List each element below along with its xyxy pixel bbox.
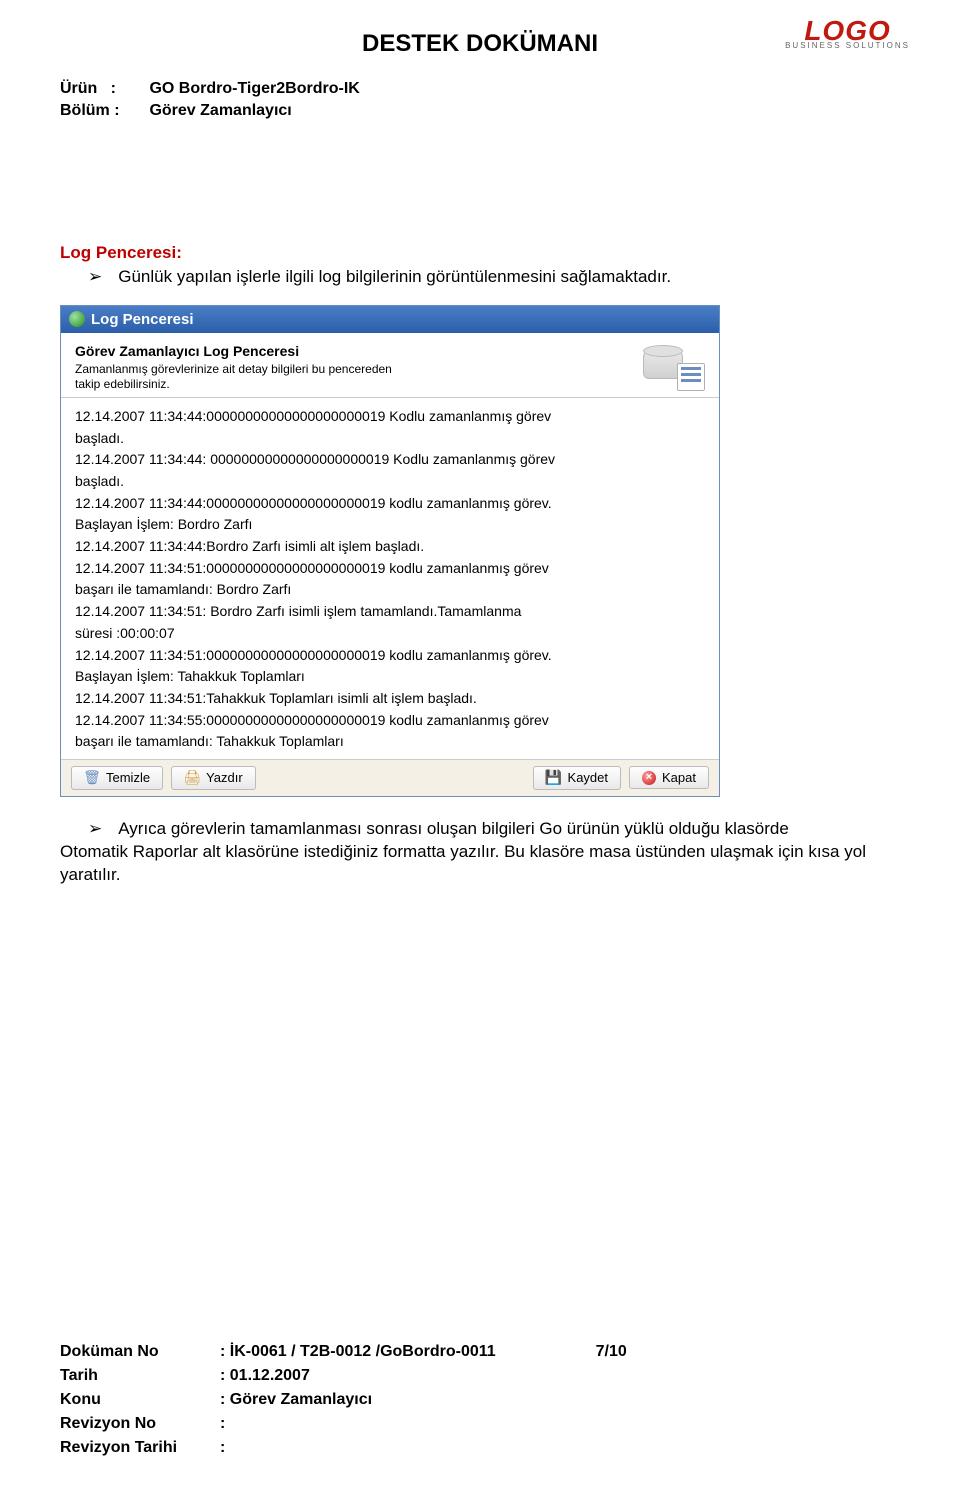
log-line: süresi :00:00:07 (75, 623, 705, 645)
footer-revno-label: Revizyon No (60, 1412, 220, 1436)
footer-revdate-label: Revizyon Tarihi (60, 1436, 220, 1460)
window-icon (69, 311, 85, 327)
printer-icon: 🖨 (184, 770, 200, 786)
log-line: 12.14.2007 11:34:51:00000000000000000000… (75, 558, 705, 580)
save-button-label: Kaydet (568, 770, 608, 785)
meta-product-value: GO Bordro-Tiger2Bordro-IK (149, 80, 359, 97)
brand-logo: LOGO BUSINESS SOLUTIONS (785, 18, 910, 50)
section-header: Log Penceresi: (60, 243, 900, 263)
footer-date-label: Tarih (60, 1364, 220, 1388)
logo-text: LOGO (785, 18, 910, 43)
log-body: 12.14.2007 11:34:44:00000000000000000000… (61, 398, 719, 759)
footer-subject-value: : Görev Zamanlayıcı (220, 1388, 372, 1412)
close-button-label: Kapat (662, 770, 696, 785)
clear-button-label: Temizle (106, 770, 150, 785)
bullet-2-text-b: Otomatik Raporlar alt klasörüne istediği… (60, 841, 900, 887)
bullet-arrow-icon: ➢ (88, 267, 102, 287)
footer-docno-value: : İK-0061 / T2B-0012 /GoBordro-0011 (220, 1340, 496, 1364)
meta-section-row: Bölüm : Görev Zamanlayıcı (60, 100, 900, 122)
window-desc-2: takip edebilirsiniz. (75, 377, 170, 391)
footer-subject-label: Konu (60, 1388, 220, 1412)
log-line: başladı. (75, 471, 705, 493)
log-line: 12.14.2007 11:34:55:00000000000000000000… (75, 710, 705, 732)
log-line: 12.14.2007 11:34:51:Tahakkuk Toplamları … (75, 688, 705, 710)
document-title: DESTEK DOKÜMANI (60, 30, 900, 58)
save-icon: 💾 (546, 770, 562, 786)
bullet-arrow-icon: ➢ (88, 819, 102, 839)
database-icon (641, 343, 705, 391)
log-line: 12.14.2007 11:34:51:00000000000000000000… (75, 645, 705, 667)
close-button[interactable]: × Kapat (629, 766, 709, 789)
meta-product-row: Ürün : GO Bordro-Tiger2Bordro-IK (60, 78, 900, 100)
document-footer: Doküman No : İK-0061 / T2B-0012 /GoBordr… (60, 1340, 627, 1460)
window-title: Log Penceresi (91, 311, 194, 328)
close-icon: × (642, 771, 656, 785)
trash-icon: 🗑 (84, 770, 100, 786)
footer-docno-label: Doküman No (60, 1340, 220, 1364)
window-titlebar: Log Penceresi (61, 306, 719, 333)
meta-section-label: Bölüm (60, 102, 110, 119)
print-button[interactable]: 🖨 Yazdır (171, 766, 256, 790)
footer-date-value: : 01.12.2007 (220, 1364, 310, 1388)
log-line: Başlayan İşlem: Bordro Zarfı (75, 514, 705, 536)
bullet-1-text: Günlük yapılan işlerle ilgili log bilgil… (118, 267, 671, 287)
window-footer: 🗑 Temizle 🖨 Yazdır 💾 Kaydet × Kapat (61, 759, 719, 796)
log-line: 12.14.2007 11:34:44:Bordro Zarfı isimli … (75, 536, 705, 558)
footer-revno-value: : (220, 1412, 225, 1436)
print-button-label: Yazdır (206, 770, 243, 785)
window-desc-1: Zamanlanmış görevlerinize ait detay bilg… (75, 362, 392, 376)
meta-section-value: Görev Zamanlayıcı (149, 102, 291, 119)
bullet-line-1: ➢ Günlük yapılan işlerle ilgili log bilg… (60, 267, 900, 287)
logo-subtitle: BUSINESS SOLUTIONS (785, 41, 910, 50)
log-line: Başlayan İşlem: Tahakkuk Toplamları (75, 666, 705, 688)
log-line: 12.14.2007 11:34:44:00000000000000000000… (75, 406, 705, 428)
window-subtitle: Görev Zamanlayıcı Log Penceresi (75, 343, 621, 359)
log-line: başarı ile tamamlandı: Bordro Zarfı (75, 579, 705, 601)
footer-revdate-value: : (220, 1436, 225, 1460)
log-line: 12.14.2007 11:34:51: Bordro Zarfı isimli… (75, 601, 705, 623)
window-header: Görev Zamanlayıcı Log Penceresi Zamanlan… (61, 333, 719, 398)
bullet-2-text-a: Ayrıca görevlerin tamamlanması sonrası o… (118, 819, 789, 839)
clear-button[interactable]: 🗑 Temizle (71, 766, 163, 790)
log-line: başarı ile tamamlandı: Tahakkuk Toplamla… (75, 731, 705, 753)
bullet-line-2: ➢ Ayrıca görevlerin tamamlanması sonrası… (60, 819, 900, 839)
save-button[interactable]: 💾 Kaydet (533, 766, 621, 790)
meta-product-label: Ürün (60, 80, 97, 97)
log-line: başladı. (75, 428, 705, 450)
log-line: 12.14.2007 11:34:44: 0000000000000000000… (75, 449, 705, 471)
footer-page-number: 7/10 (596, 1340, 627, 1364)
log-window: Log Penceresi Görev Zamanlayıcı Log Penc… (60, 305, 720, 797)
log-line: 12.14.2007 11:34:44:00000000000000000000… (75, 493, 705, 515)
